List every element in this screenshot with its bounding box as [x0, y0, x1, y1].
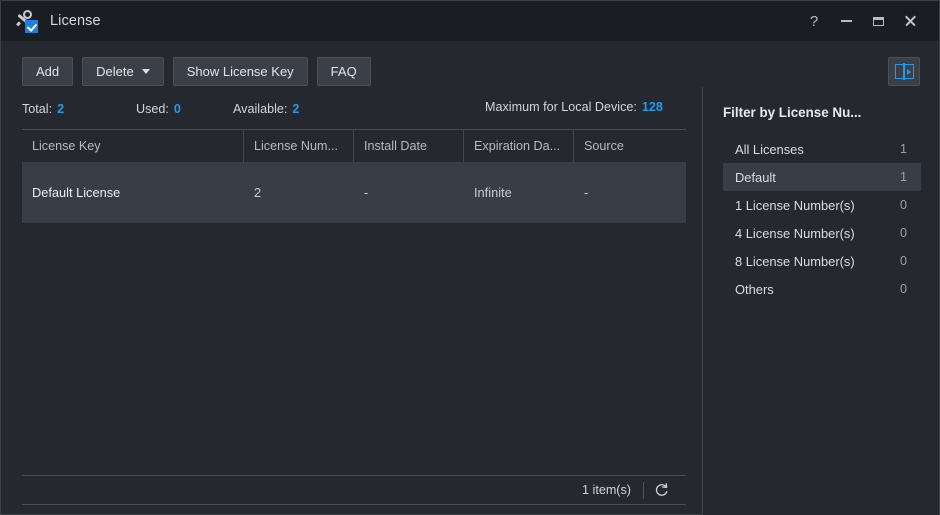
- faq-button[interactable]: FAQ: [316, 57, 371, 86]
- filter-item-count: 1: [899, 170, 907, 184]
- minimize-button[interactable]: [830, 1, 862, 41]
- maximize-icon: [872, 16, 884, 26]
- filter-item-label: 4 License Number(s): [735, 225, 855, 241]
- stat-maximum-label: Maximum for Local Device:: [485, 100, 637, 114]
- key-check-icon: [14, 9, 38, 33]
- license-stats: Total: 2 Used: 0 Available: 2: [22, 100, 333, 117]
- column-header-expiration-date[interactable]: Expiration Da...: [464, 130, 574, 162]
- filter-item-count: 0: [899, 254, 907, 268]
- refresh-icon: [655, 482, 667, 496]
- minimize-icon: [840, 20, 852, 22]
- filter-item-count: 0: [899, 226, 907, 240]
- column-header-license-number[interactable]: License Num...: [244, 130, 354, 162]
- refresh-button[interactable]: [644, 476, 678, 504]
- stat-total-value: 2: [57, 101, 65, 116]
- stat-total: Total: 2: [22, 102, 136, 116]
- column-header-source[interactable]: Source: [574, 130, 686, 162]
- filter-item-label: All Licenses: [735, 141, 804, 157]
- license-window: License ? Add Delete Show License Key FA…: [0, 0, 940, 515]
- stat-used-value: 0: [173, 101, 181, 116]
- maximize-button[interactable]: [862, 1, 894, 41]
- cell-source: -: [584, 185, 589, 200]
- filter-item-all-licenses[interactable]: All Licenses 1: [723, 135, 921, 163]
- toolbar: Add Delete Show License Key FAQ: [22, 57, 371, 86]
- filter-item-label: Others: [735, 281, 774, 297]
- cell-expiration-date: Infinite: [474, 185, 512, 200]
- filter-sidebar-title: Filter by License Nu...: [723, 105, 862, 120]
- show-license-key-label: Show License Key: [186, 64, 294, 79]
- window-controls: ?: [798, 1, 939, 41]
- add-button[interactable]: Add: [22, 57, 74, 86]
- split-panel-toggle-button[interactable]: [888, 57, 920, 86]
- column-header-install-date[interactable]: Install Date: [354, 130, 464, 162]
- delete-dropdown-button[interactable]: Delete: [82, 57, 164, 86]
- filter-item-others[interactable]: Others 0: [723, 275, 921, 303]
- stat-maximum-local-device: Maximum for Local Device: 128: [485, 100, 663, 117]
- filter-item-label: Default: [735, 169, 776, 185]
- filter-item-default[interactable]: Default 1: [723, 163, 921, 191]
- title-bar: License ?: [1, 1, 939, 41]
- show-license-key-button[interactable]: Show License Key: [172, 57, 308, 86]
- chevron-down-icon: [141, 69, 150, 74]
- item-count-label: 1 item(s): [582, 483, 631, 497]
- filter-item-1-license-number[interactable]: 1 License Number(s) 0: [723, 191, 921, 219]
- table-header-row: License Key License Num... Install Date …: [22, 130, 686, 162]
- faq-button-label: FAQ: [330, 64, 357, 79]
- stat-total-label: Total:: [22, 101, 53, 116]
- add-button-label: Add: [36, 64, 60, 79]
- window-title: License: [50, 13, 101, 29]
- stat-maximum-value: 128: [641, 100, 663, 114]
- table-row[interactable]: Default License 2 - Infinite -: [22, 162, 686, 223]
- filter-item-count: 0: [899, 198, 907, 212]
- stat-available-value: 2: [292, 101, 300, 116]
- stat-available: Available: 2: [233, 102, 333, 116]
- filter-sidebar: Filter by License Nu... All Licenses 1 D…: [703, 87, 939, 515]
- split-panel-icon: [894, 63, 914, 80]
- stat-used-label: Used:: [136, 101, 169, 116]
- stat-available-label: Available:: [233, 101, 288, 116]
- filter-item-label: 1 License Number(s): [735, 197, 855, 213]
- license-table: License Key License Num... Install Date …: [22, 129, 686, 475]
- filter-item-count: 0: [899, 282, 907, 296]
- column-header-license-key[interactable]: License Key: [22, 130, 244, 162]
- stat-used: Used: 0: [136, 102, 233, 116]
- cell-install-date: -: [364, 185, 369, 200]
- help-button[interactable]: ?: [798, 1, 830, 41]
- delete-button-label: Delete: [96, 64, 134, 79]
- filter-item-8-license-numbers[interactable]: 8 License Number(s) 0: [723, 247, 921, 275]
- filter-item-label: 8 License Number(s): [735, 253, 855, 269]
- cell-license-key: Default License: [32, 185, 121, 200]
- close-button[interactable]: [894, 1, 926, 41]
- filter-list: All Licenses 1 Default 1 1 License Numbe…: [723, 135, 921, 303]
- cell-license-number: 2: [254, 185, 262, 200]
- filter-item-count: 1: [899, 142, 907, 156]
- table-footer: 1 item(s): [22, 475, 686, 505]
- close-icon: [904, 15, 916, 27]
- filter-item-4-license-numbers[interactable]: 4 License Number(s) 0: [723, 219, 921, 247]
- table-body: Default License 2 - Infinite -: [22, 162, 686, 223]
